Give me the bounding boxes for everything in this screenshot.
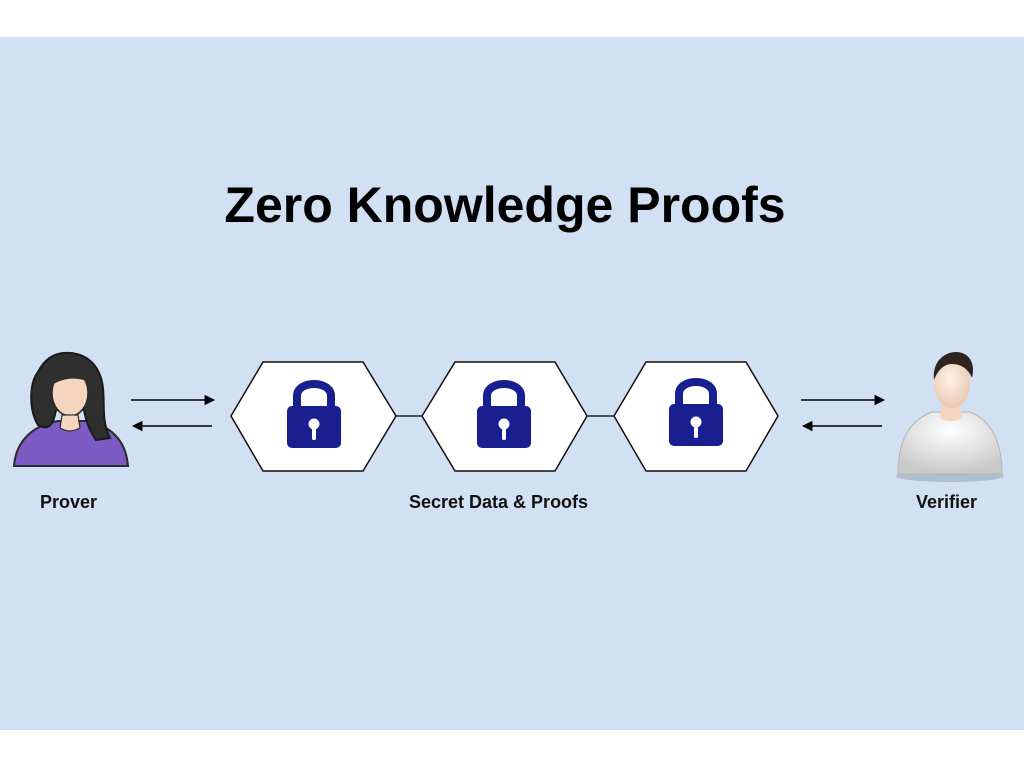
- secret-node-2: [421, 361, 588, 472]
- secret-data-label: Secret Data & Proofs: [409, 492, 589, 512]
- verifier-arrows: [801, 394, 886, 432]
- verifier-avatar-icon: [896, 352, 1004, 482]
- verifier-label: Verifier: [916, 492, 978, 512]
- secret-node-1: [230, 361, 397, 472]
- prover-arrows: [131, 394, 216, 432]
- prover-avatar-icon: [12, 351, 130, 467]
- prover-label: Prover: [40, 492, 98, 512]
- secret-node-3: [613, 361, 779, 472]
- zkp-diagram: [12, 351, 1004, 482]
